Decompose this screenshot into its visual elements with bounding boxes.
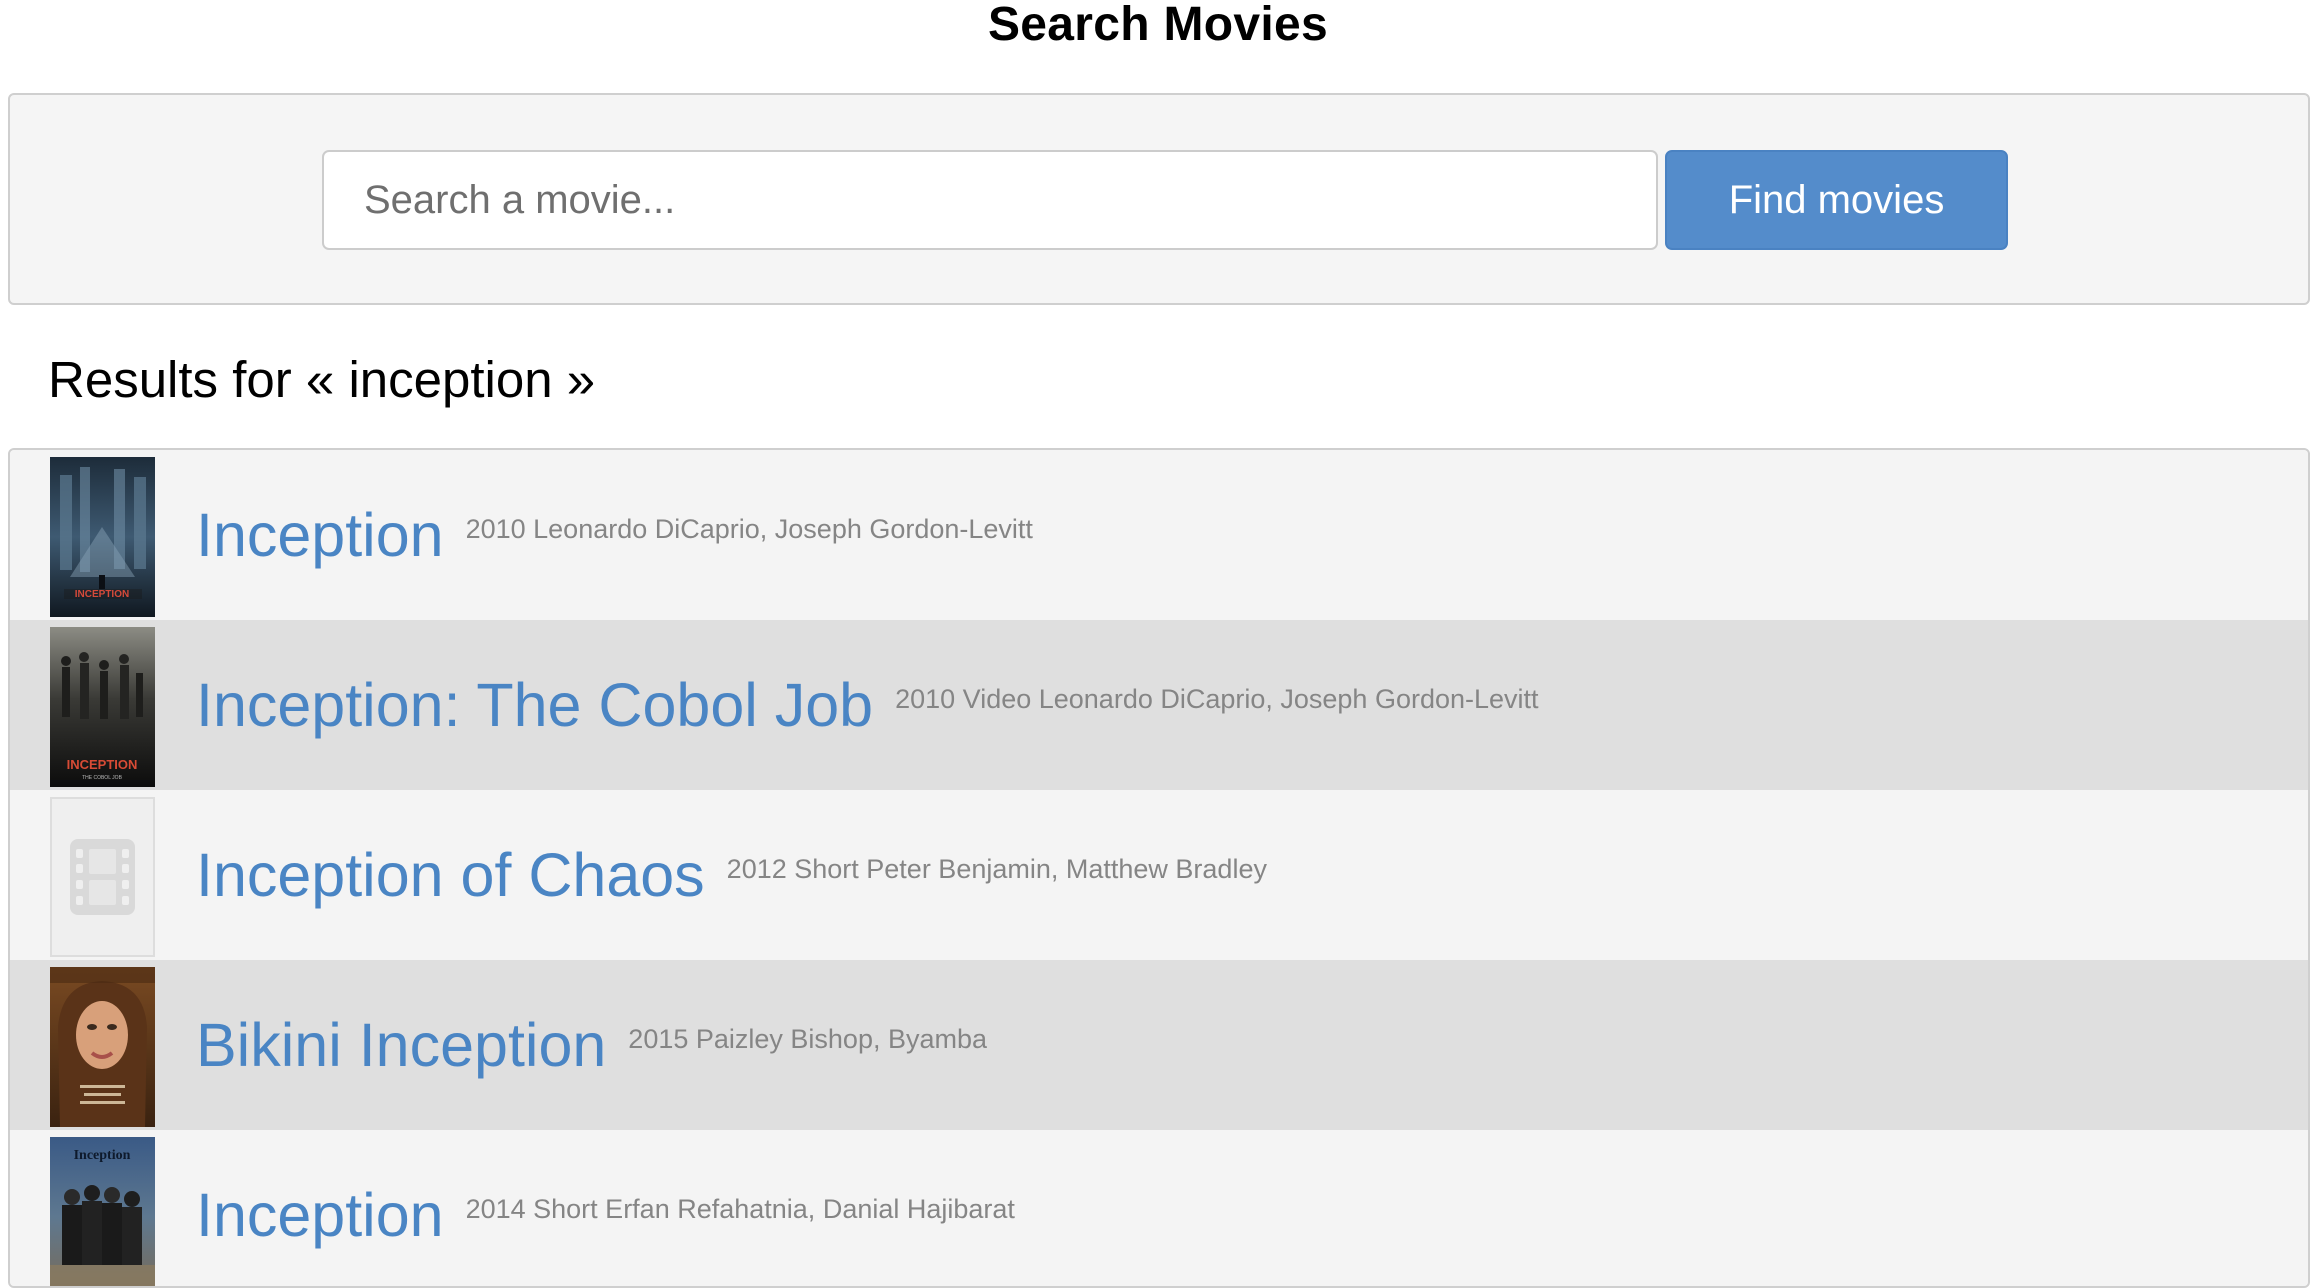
- movie-poster: [50, 967, 155, 1127]
- results-heading: Results for « inception »: [48, 351, 596, 408]
- results-list: INCEPTION Inception 2010 Leonardo DiCapr…: [8, 448, 2310, 1288]
- inception-2014-poster-image: Inception: [50, 1137, 155, 1286]
- movie-poster: INCEPTION: [50, 457, 155, 617]
- movie-meta: 2010 Leonardo DiCaprio, Joseph Gordon-Le…: [465, 513, 1033, 544]
- movie-meta: 2014 Short Erfan Refahatnia, Danial Haji…: [465, 1193, 1015, 1224]
- movie-title-link[interactable]: Inception: The Cobol Job: [196, 670, 873, 740]
- movie-title-link[interactable]: Inception: [196, 500, 444, 570]
- movie-poster: INCEPTION THE COBOL JOB: [50, 627, 155, 787]
- bikini-inception-poster-image: [50, 967, 155, 1127]
- find-movies-button[interactable]: Find movies: [1665, 150, 2008, 250]
- cobol-job-poster-image: INCEPTION THE COBOL JOB: [50, 627, 155, 787]
- page-title: Search Movies: [987, 0, 1329, 51]
- result-row[interactable]: INCEPTION Inception 2010 Leonardo DiCapr…: [10, 450, 2308, 620]
- movie-poster: [50, 797, 155, 957]
- movie-meta: 2012 Short Peter Benjamin, Matthew Bradl…: [726, 853, 1267, 884]
- poster-caption: Inception: [74, 1148, 131, 1163]
- movie-title-link[interactable]: Bikini Inception: [196, 1010, 606, 1080]
- movie-meta: 2015 Paizley Bishop, Byamba: [628, 1023, 988, 1054]
- poster-subcaption: THE COBOL JOB: [82, 775, 122, 781]
- inception-poster-image: INCEPTION: [50, 457, 155, 617]
- movie-meta: 2010 Video Leonardo DiCaprio, Joseph Gor…: [895, 683, 1539, 714]
- search-input[interactable]: [322, 150, 1658, 250]
- result-row[interactable]: Bikini Inception 2015 Paizley Bishop, By…: [10, 960, 2308, 1130]
- search-panel: Find movies: [8, 93, 2310, 305]
- svg-text:INCEPTION: INCEPTION: [75, 589, 129, 600]
- movie-title-link[interactable]: Inception: [196, 1180, 444, 1250]
- result-row[interactable]: INCEPTION THE COBOL JOB Inception: The C…: [10, 620, 2308, 790]
- movie-title-link[interactable]: Inception of Chaos: [196, 840, 705, 910]
- poster-caption: INCEPTION: [67, 757, 138, 772]
- result-row[interactable]: Inception of Chaos 2012 Short Peter Benj…: [10, 790, 2308, 960]
- film-placeholder-icon: [50, 797, 155, 957]
- movie-poster: Inception: [50, 1137, 155, 1286]
- result-row[interactable]: Inception Inception 2014 Short Erfan Ref…: [10, 1130, 2308, 1286]
